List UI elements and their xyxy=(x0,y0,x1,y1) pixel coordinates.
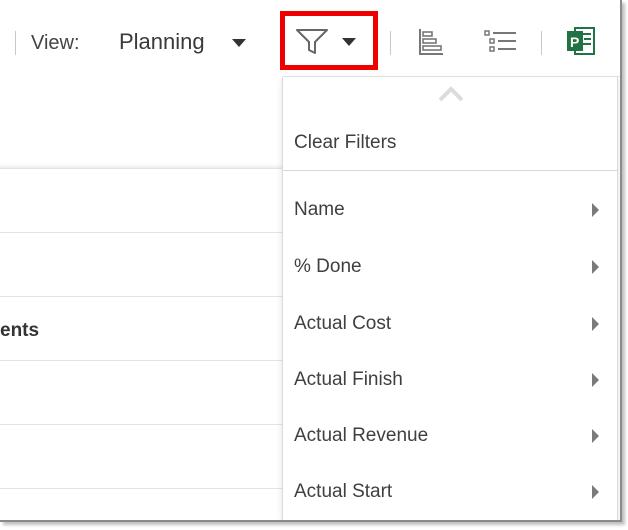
filter-item-actual-cost[interactable]: Actual Cost xyxy=(283,296,617,352)
filter-item-actual-revenue[interactable]: Actual Revenue xyxy=(283,408,617,464)
menu-divider xyxy=(283,170,617,171)
row-divider xyxy=(0,360,283,361)
gantt-chart-icon[interactable] xyxy=(418,28,444,56)
menu-item-label: Actual Start xyxy=(294,481,393,502)
filter-icon xyxy=(296,29,328,54)
clear-filters-item[interactable]: Clear Filters xyxy=(283,115,617,171)
toolbar-separator xyxy=(390,31,391,55)
view-label: View: xyxy=(31,32,80,54)
chevron-right-icon xyxy=(592,317,599,331)
menu-item-label: Actual Revenue xyxy=(294,425,429,446)
row-divider xyxy=(0,488,283,489)
chevron-right-icon xyxy=(592,203,599,217)
filter-item-actual-start[interactable]: Actual Start xyxy=(283,464,617,520)
row-divider xyxy=(0,424,283,425)
svg-text:P: P xyxy=(570,34,579,50)
filter-dropdown-menu: Clear Filters Name % Done Actual Cost Ac… xyxy=(282,77,618,520)
chevron-up-icon[interactable] xyxy=(438,86,464,102)
row-divider xyxy=(0,232,283,233)
row-divider xyxy=(0,168,283,169)
filter-item-name[interactable]: Name xyxy=(283,182,617,238)
toolbar-separator xyxy=(541,31,542,55)
menu-item-label: Name xyxy=(294,199,345,220)
task-grid: ents xyxy=(0,76,283,520)
toolbar-separator xyxy=(15,31,16,55)
chevron-right-icon xyxy=(592,485,599,499)
filter-button[interactable] xyxy=(280,11,378,70)
app-window: View: Planning P ents Clear Filters Name… xyxy=(0,0,622,522)
toolbar: View: Planning P xyxy=(0,0,620,77)
menu-item-label: % Done xyxy=(294,256,362,277)
row-divider xyxy=(0,296,283,297)
view-selector[interactable]: Planning xyxy=(115,22,255,62)
task-row-label: ents xyxy=(0,320,40,341)
chevron-right-icon xyxy=(592,260,599,274)
chevron-right-icon xyxy=(592,429,599,443)
menu-item-label: Actual Finish xyxy=(294,369,403,390)
grid-header xyxy=(0,76,283,168)
menu-item-label: Actual Cost xyxy=(294,313,392,334)
filter-item-percent-done[interactable]: % Done xyxy=(283,239,617,295)
view-value: Planning xyxy=(119,29,205,54)
chevron-down-icon xyxy=(232,39,246,47)
chevron-down-icon xyxy=(342,38,356,46)
clear-filters-label: Clear Filters xyxy=(294,132,397,153)
chevron-right-icon xyxy=(592,373,599,387)
outline-list-icon[interactable] xyxy=(484,29,518,55)
filter-item-actual-finish[interactable]: Actual Finish xyxy=(283,352,617,408)
ms-project-icon[interactable]: P xyxy=(566,26,596,56)
